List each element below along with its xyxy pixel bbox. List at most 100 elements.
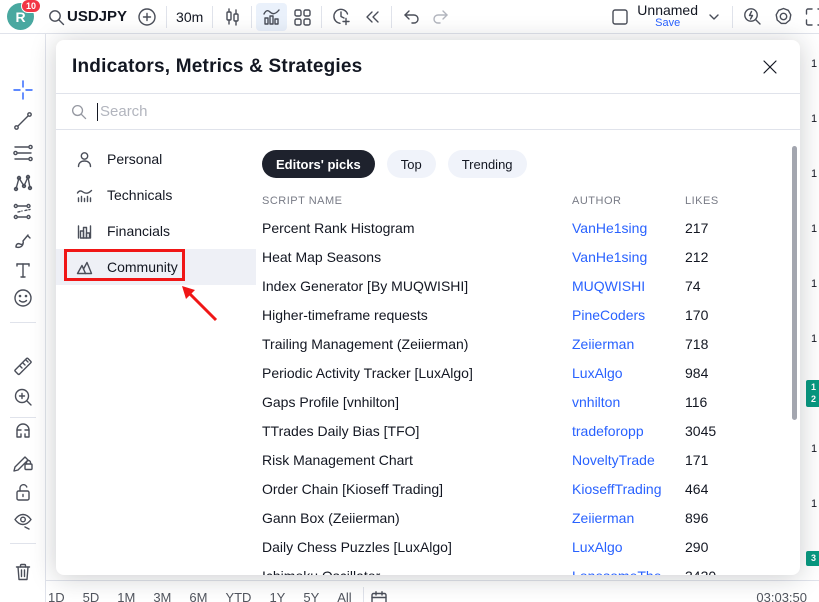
sidebar-item-technicals[interactable]: Technicals [56,177,256,213]
script-name[interactable]: Periodic Activity Tracker [LuxAlgo] [262,365,572,381]
script-name[interactable]: Higher-timeframe requests [262,307,572,323]
search-input[interactable] [100,103,786,120]
toolbar-divider [321,6,322,28]
table-row[interactable]: Higher-timeframe requests PineCoders 170 [262,300,800,329]
market-clock[interactable]: 03:03:50 [756,581,807,602]
gear-icon [773,6,794,27]
script-author-link[interactable]: LuxAlgo [572,539,685,555]
create-alert-button[interactable] [326,3,357,31]
undo-button[interactable] [396,3,426,31]
layout-menu-button[interactable] [700,3,728,31]
script-name[interactable]: Daily Chess Puzzles [LuxAlgo] [262,539,572,555]
save-button[interactable]: Save [655,18,680,30]
measure-ruler-icon[interactable] [12,356,34,378]
script-name[interactable]: Trailing Management (Zeiierman) [262,336,572,352]
layout-name-block[interactable]: Unnamed Save [637,3,698,29]
zoom-in-icon[interactable] [12,386,34,408]
crosshair-icon[interactable] [12,79,34,101]
range-button[interactable]: 5D [74,590,109,602]
sidebar-item-personal[interactable]: Personal [56,141,256,177]
brush-icon[interactable] [12,230,34,252]
table-row[interactable]: TTrades Daily Bias [TFO] tradeforopp 304… [262,416,800,445]
sidebar-item-community[interactable]: Community [56,249,256,285]
user-avatar[interactable]: R 10 [7,3,34,30]
script-author-link[interactable]: MUQWISHI [572,278,685,294]
indicators-dialog: Indicators, Metrics & Strategies Person [56,40,800,575]
emoji-icon[interactable] [12,287,34,309]
prediction-tool-icon[interactable] [12,200,34,222]
chart-style-button[interactable] [217,3,247,31]
trash-icon[interactable] [12,561,34,583]
tab-editors-picks[interactable]: Editors' picks [262,150,375,178]
table-row[interactable]: Trailing Management (Zeiierman) Zeiierma… [262,329,800,358]
table-row[interactable]: Heat Map Seasons VanHe1sing 212 [262,242,800,271]
dialog-scrollbar[interactable] [792,146,797,420]
settings-button[interactable] [768,3,799,31]
script-name[interactable]: Order Chain [Kioseff Trading] [262,481,572,497]
script-name[interactable]: Gaps Profile [vnhilton] [262,394,572,410]
script-author-link[interactable]: Zeiierman [572,336,685,352]
symbol-name: USDJPY [67,8,127,25]
script-name[interactable]: Gann Box (Zeiierman) [262,510,572,526]
layout-templates-button[interactable] [287,3,317,31]
script-author-link[interactable]: LuxAlgo [572,365,685,381]
table-row[interactable]: Gaps Profile [vnhilton] vnhilton 116 [262,387,800,416]
trend-line-icon[interactable] [12,110,34,132]
price-scale[interactable]: 1 1 1 1 1 1 1 2 1 1 3 [800,36,819,586]
script-author-link[interactable]: VanHe1sing [572,249,685,265]
table-row[interactable]: Gann Box (Zeiierman) Zeiierman 896 [262,503,800,532]
lock-drawings-icon[interactable] [12,481,34,503]
indicators-button[interactable] [256,3,287,31]
script-author-link[interactable]: NoveltyTrade [572,452,685,468]
magnet-icon[interactable] [12,422,34,444]
fullscreen-icon [804,6,819,28]
table-row[interactable]: Percent Rank Histogram VanHe1sing 217 [262,213,800,242]
go-to-date-icon[interactable] [370,590,388,602]
script-author-link[interactable]: tradeforopp [572,423,685,439]
table-row[interactable]: Order Chain [Kioseff Trading] KioseffTra… [262,474,800,503]
close-button[interactable] [756,53,784,81]
fib-retracement-icon[interactable] [12,142,34,164]
table-row[interactable]: Daily Chess Puzzles [LuxAlgo] LuxAlgo 29… [262,532,800,561]
redo-button[interactable] [426,3,456,31]
range-button[interactable]: 5Y [294,590,328,602]
range-button[interactable]: 6M [180,590,216,602]
range-button[interactable]: 1Y [260,590,294,602]
tab-top[interactable]: Top [387,150,436,178]
script-name[interactable]: TTrades Daily Bias [TFO] [262,423,572,439]
script-name[interactable]: Percent Rank Histogram [262,220,572,236]
table-row[interactable]: Periodic Activity Tracker [LuxAlgo] LuxA… [262,358,800,387]
script-name[interactable]: Ichimoku Oscillator [262,568,572,576]
script-author-link[interactable]: PineCoders [572,307,685,323]
script-author-link[interactable]: vnhilton [572,394,685,410]
range-button[interactable]: 1M [108,590,144,602]
tab-trending[interactable]: Trending [448,150,527,178]
table-row[interactable]: Index Generator [By MUQWISHI] MUQWISHI 7… [262,271,800,300]
stay-in-drawing-mode-icon[interactable] [12,451,34,473]
script-author-link[interactable]: LonesomeThe [572,568,685,576]
table-row[interactable]: Ichimoku Oscillator LonesomeThe 3430 [262,561,800,575]
bar-replay-button[interactable] [357,3,387,31]
search-bar[interactable] [56,94,800,130]
script-author-link[interactable]: VanHe1sing [572,220,685,236]
script-name[interactable]: Risk Management Chart [262,452,572,468]
select-layout-checkbox[interactable] [605,3,635,31]
range-button[interactable]: YTD [216,590,260,602]
range-button[interactable]: 3M [144,590,180,602]
sidebar-item-financials[interactable]: Financials [56,213,256,249]
hide-drawings-icon[interactable] [12,510,34,532]
table-row[interactable]: Risk Management Chart NoveltyTrade 171 [262,445,800,474]
script-name[interactable]: Heat Map Seasons [262,249,572,265]
text-tool-icon[interactable] [12,259,34,281]
interval-button[interactable]: 30m [171,3,208,31]
quick-search-button[interactable] [737,3,768,31]
symbol-search-button[interactable]: USDJPY [42,3,132,31]
compare-add-symbol-button[interactable] [132,3,162,31]
script-author-link[interactable]: KioseffTrading [572,481,685,497]
layout-name[interactable]: Unnamed [637,3,698,18]
script-name[interactable]: Index Generator [By MUQWISHI] [262,278,572,294]
range-button[interactable]: All [328,590,360,602]
script-author-link[interactable]: Zeiierman [572,510,685,526]
fullscreen-button[interactable] [799,3,819,31]
xabcd-pattern-icon[interactable] [12,172,34,194]
